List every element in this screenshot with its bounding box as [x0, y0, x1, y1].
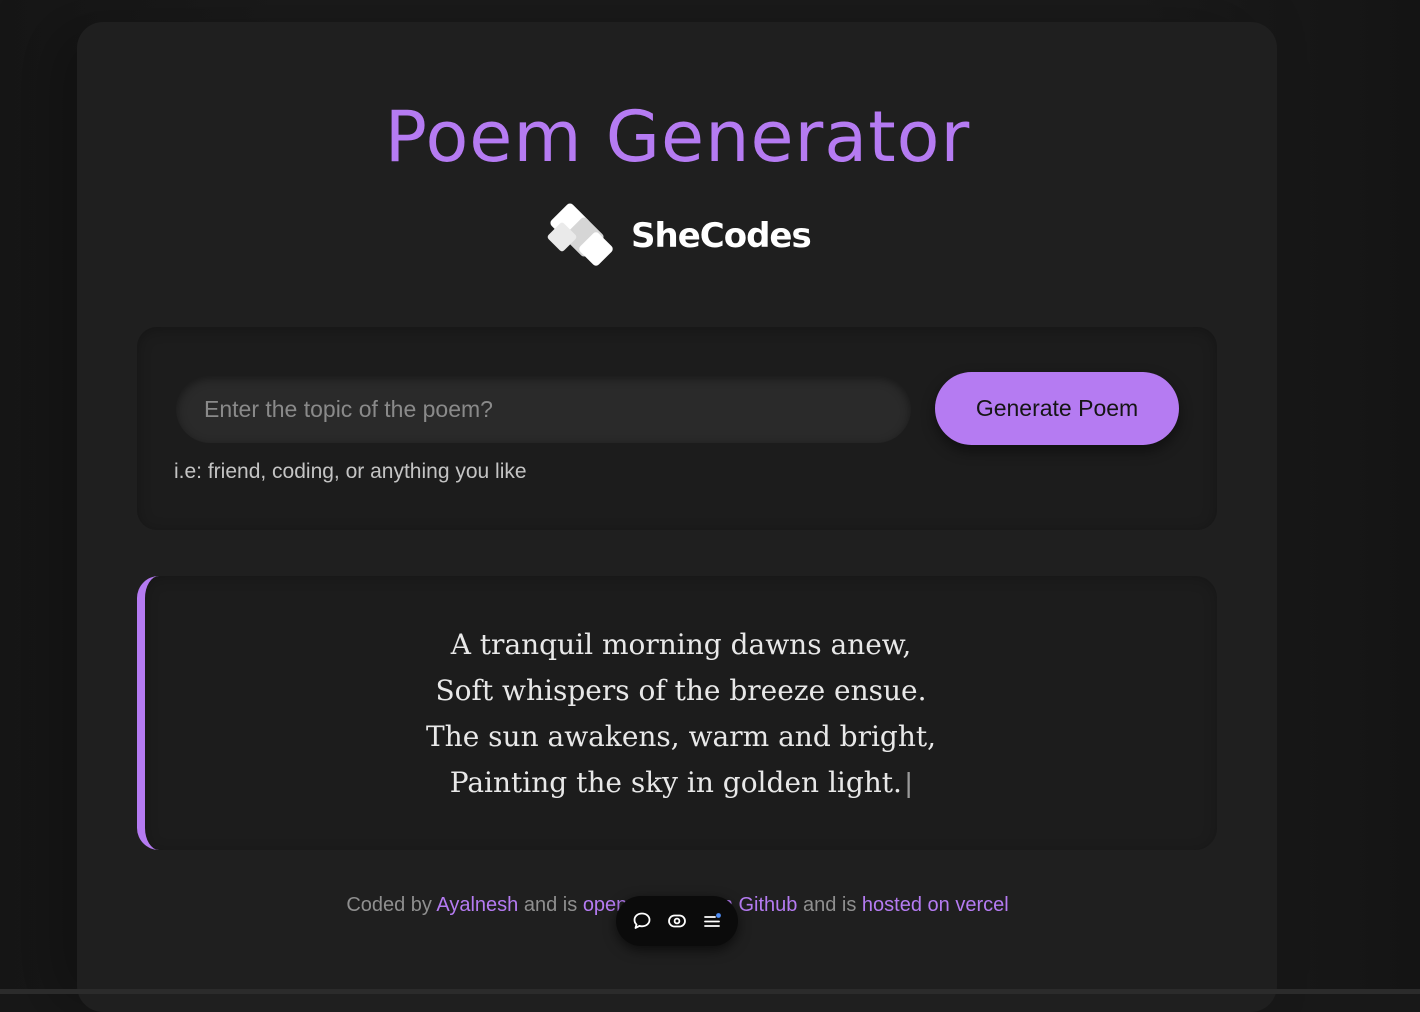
floating-toolbar	[616, 896, 738, 946]
brand-name: SheCodes	[631, 216, 812, 256]
poem-line: Soft whispers of the breeze ensue.	[435, 674, 927, 707]
shecodes-logo: SheCodes	[545, 200, 812, 276]
shecodes-logo-icon	[547, 203, 613, 266]
vercel-link[interactable]: hosted on vercel	[862, 894, 1009, 916]
poem-line: The sun awakens, warm and bright,	[425, 720, 937, 753]
github-link[interactable]: Github	[738, 894, 797, 916]
author-link[interactable]: Ayalnesh	[436, 894, 518, 916]
topic-input[interactable]	[176, 375, 911, 443]
typing-caret: |	[904, 767, 913, 798]
poem-text: A tranquil morning dawns anew, Soft whis…	[145, 622, 1217, 806]
page-title: Poem Generator	[384, 96, 971, 178]
eye-icon[interactable]	[665, 909, 689, 933]
input-hint: i.e: friend, coding, or anything you lik…	[174, 460, 527, 483]
poem-line: A tranquil morning dawns anew,	[450, 628, 912, 661]
poem-line-text: Painting the sky in golden light.	[449, 766, 902, 799]
generate-poem-button[interactable]: Generate Poem	[935, 372, 1179, 445]
footer-prefix: Coded by	[346, 894, 432, 916]
footer-text: and is	[523, 894, 578, 916]
bottom-edge	[0, 989, 1420, 994]
footer-text: and is	[802, 894, 857, 916]
menu-icon[interactable]	[700, 909, 724, 933]
poem-line-last: Painting the sky in golden light. |	[145, 760, 1217, 806]
comment-icon[interactable]	[630, 909, 654, 933]
